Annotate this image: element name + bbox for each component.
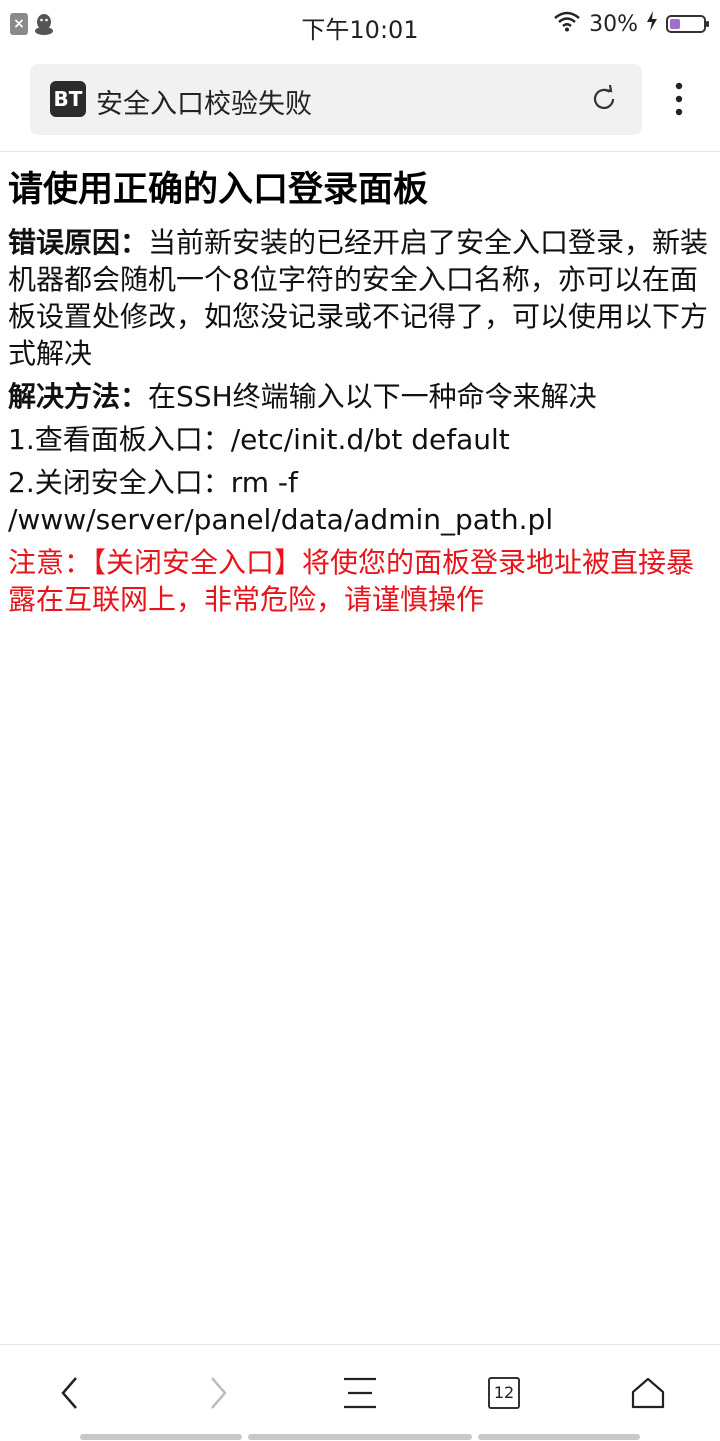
- solution: 解决方法：在SSH终端输入以下一种命令来解决: [8, 378, 714, 415]
- address-bar[interactable]: BT 安全入口校验失败: [30, 64, 642, 135]
- scroll-indicator: [478, 1434, 640, 1440]
- page-heading: 请使用正确的入口登录面板: [8, 170, 429, 210]
- error-reason: 错误原因：当前新安装的已经开启了安全入口登录，新装机器都会随机一个8位字符的安全…: [8, 224, 714, 372]
- more-menu-icon[interactable]: [664, 78, 694, 122]
- battery-level: [670, 19, 680, 29]
- back-arrow-icon: [61, 1377, 77, 1409]
- page-title[interactable]: 安全入口校验失败: [96, 82, 312, 121]
- status-right: 30%: [553, 10, 709, 38]
- tabs-count: 12: [488, 1377, 520, 1409]
- reload-icon[interactable]: [588, 83, 620, 115]
- bottom-toolbar: 12: [0, 1344, 720, 1441]
- battery-icon: [666, 15, 709, 33]
- status-bar: × 下午10:01 30%: [0, 0, 720, 52]
- error-label: 错误原因：: [8, 226, 149, 259]
- page-content: 请使用正确的入口登录面板 错误原因：当前新安装的已经开启了安全入口登录，新装机器…: [8, 162, 714, 618]
- home-icon: [631, 1377, 665, 1409]
- solution-text: 在SSH终端输入以下一种命令来解决: [148, 380, 597, 413]
- step-1: 1.查看面板入口：/etc/init.d/bt default: [8, 423, 510, 456]
- battery-percent: 30%: [589, 11, 638, 37]
- step-2: 2.关闭安全入口：rm -f /www/server/panel/data/ad…: [8, 466, 554, 536]
- divider: [0, 151, 720, 152]
- menu-button[interactable]: [332, 1365, 388, 1421]
- wifi-icon: [553, 10, 581, 38]
- home-button[interactable]: [620, 1365, 676, 1421]
- tabs-button[interactable]: 12: [476, 1365, 532, 1421]
- forward-button[interactable]: [190, 1365, 246, 1421]
- back-button[interactable]: [42, 1365, 98, 1421]
- forward-arrow-icon: [211, 1377, 227, 1409]
- scroll-indicator: [80, 1434, 242, 1440]
- hamburger-menu-icon: [344, 1377, 376, 1409]
- warning-text: 注意：【关闭安全入口】将使您的面板登录地址被直接暴露在互联网上，非常危险，请谨慎…: [8, 546, 695, 616]
- charging-icon: [646, 11, 658, 37]
- solution-label: 解决方法：: [8, 380, 149, 413]
- scroll-indicator: [248, 1434, 472, 1440]
- site-logo: BT: [50, 81, 86, 117]
